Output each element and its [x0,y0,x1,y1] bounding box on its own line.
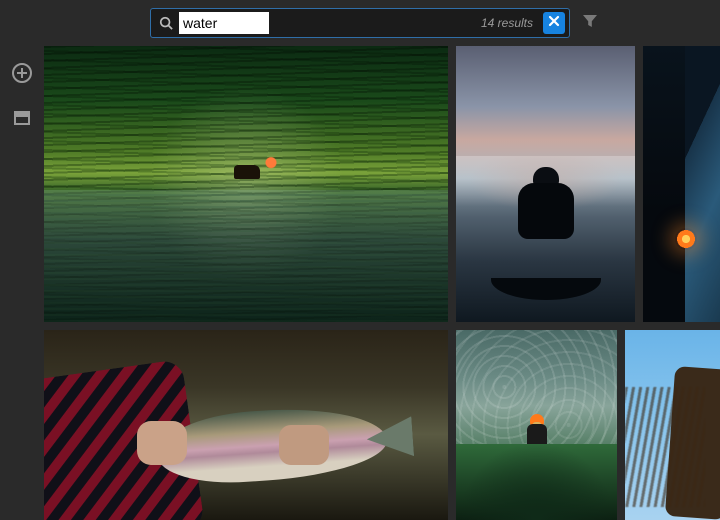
photo-willow-pond[interactable] [44,46,448,322]
funnel-icon [582,13,598,34]
search-input[interactable] [179,12,269,34]
photo-grid [44,46,720,520]
results-count: 14 results [481,16,533,30]
filter-button[interactable] [582,13,598,34]
topbar: 14 results [0,0,720,46]
search-icon [159,16,173,30]
photo-canoe-dusk[interactable] [456,46,634,322]
search-field[interactable]: 14 results [150,8,570,38]
photo-sky-hair[interactable] [625,330,720,520]
close-icon [548,14,560,32]
photo-campfire-mountain[interactable] [643,46,720,322]
photo-trout-catch[interactable] [44,330,448,520]
photo-river-wader[interactable] [456,330,617,520]
plus-circle-icon [11,62,33,89]
clear-search-button[interactable] [543,12,565,34]
archive-icon [12,107,32,132]
archive-button[interactable] [12,107,32,132]
sidebar [0,46,44,520]
add-button[interactable] [11,62,33,89]
